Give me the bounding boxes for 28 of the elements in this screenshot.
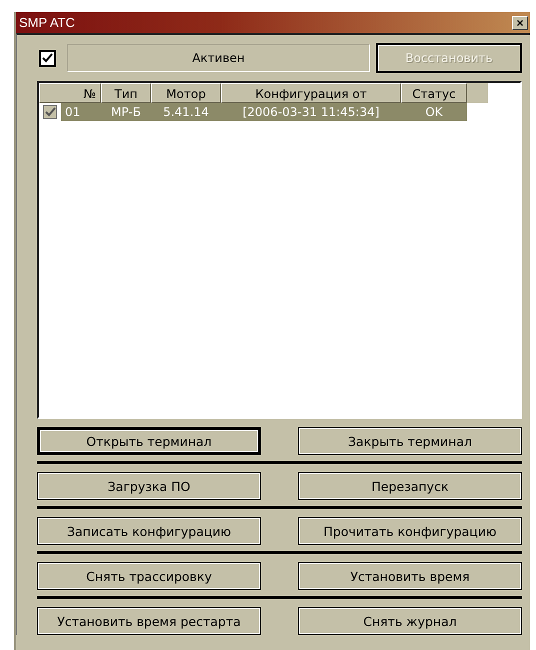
status-label: Активен: [67, 44, 370, 72]
window-title: SMP ATC: [19, 15, 75, 30]
action-button[interactable]: Установить время: [298, 562, 522, 590]
check-icon: [44, 106, 56, 118]
table-cell-text: MP-Б: [110, 105, 142, 119]
table-cell-text: 01: [64, 105, 82, 119]
column-header[interactable]: Мотор: [151, 83, 221, 103]
column-header[interactable]: №: [39, 83, 101, 103]
action-button[interactable]: Закрыть терминал: [298, 427, 522, 455]
row-checkbox[interactable]: [43, 105, 57, 119]
action-button[interactable]: Прочитать конфигурацию: [298, 517, 522, 545]
table-row[interactable]: 01 MP-Б 5.41.14 [2006-03-31 11:45:34] OK: [61, 103, 467, 121]
column-header[interactable]: Статус: [401, 83, 467, 103]
action-button[interactable]: Снять трассировку: [37, 562, 261, 590]
check-icon: [42, 52, 53, 64]
checkbox[interactable]: [39, 50, 56, 66]
column-header[interactable]: Тип: [101, 83, 151, 103]
action-button[interactable]: Загрузка ПО: [37, 472, 261, 500]
table-cell-text: OK: [424, 105, 444, 119]
action-button[interactable]: Открыть терминал: [37, 427, 261, 455]
action-button[interactable]: Установить время рестарта: [37, 607, 261, 635]
table-cell-text: 5.41.14: [162, 105, 210, 119]
action-button[interactable]: Записать конфигурацию: [37, 517, 261, 545]
close-button[interactable]: ×: [512, 16, 528, 30]
action-button[interactable]: Перезапуск: [298, 472, 522, 500]
table-cell-text: [2006-03-31 11:45:34]: [242, 105, 380, 119]
action-button[interactable]: Снять журнал: [298, 607, 522, 635]
column-header[interactable]: Конфигурация от: [221, 83, 401, 103]
